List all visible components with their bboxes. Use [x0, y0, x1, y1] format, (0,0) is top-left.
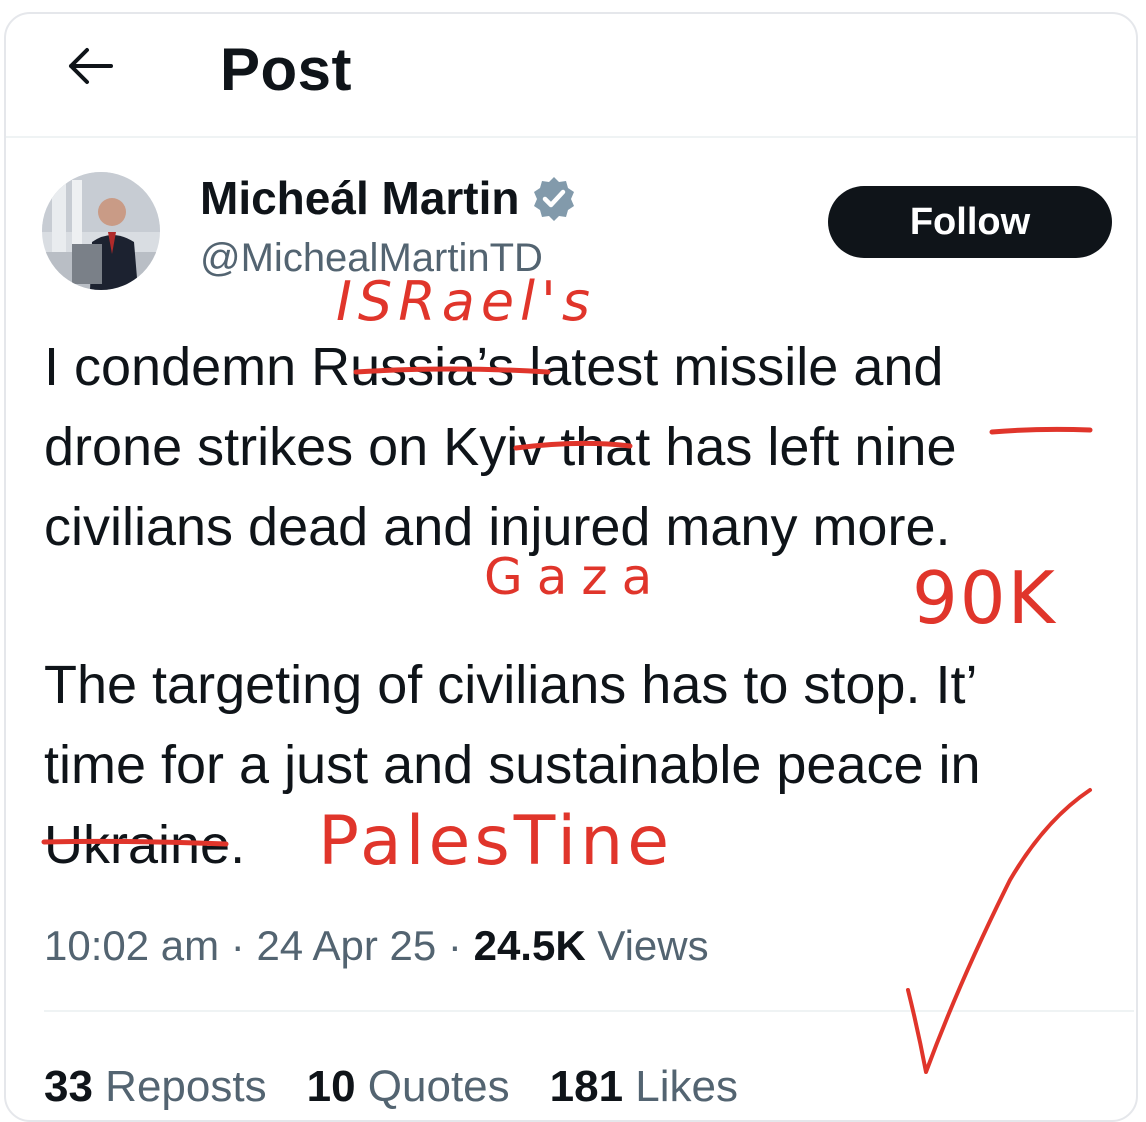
struck-word-ukraine: Ukrain — [44, 815, 201, 875]
separator: · — [219, 922, 257, 969]
post-date[interactable]: 24 Apr 25 — [256, 922, 436, 969]
tweet-text: that has left — [545, 417, 855, 477]
reposts-stat[interactable]: 33 Reposts — [44, 1062, 267, 1112]
likes-count: 181 — [549, 1062, 624, 1111]
annotation-gaza: Gaza — [484, 548, 667, 606]
tweet-text: I condemn — [44, 337, 312, 397]
post-meta: 10:02 am · 24 Apr 25 · 24.5K Views — [44, 922, 709, 970]
verified-badge-icon — [533, 177, 574, 221]
quotes-count: 10 — [306, 1062, 356, 1111]
struck-word-nine: nin — [854, 417, 927, 477]
quotes-label: Quotes — [355, 1062, 510, 1111]
tweet-line-6: Ukraine. — [44, 814, 245, 876]
post-time[interactable]: 10:02 am — [44, 922, 219, 969]
page-title: Post — [220, 36, 353, 103]
back-button[interactable] — [58, 34, 122, 98]
views-count: 24.5K — [473, 922, 586, 969]
struck-word-kyiv: Kyiv — [443, 417, 546, 477]
quotes-stat[interactable]: 10 Quotes — [307, 1062, 510, 1112]
avatar-photo — [42, 172, 160, 290]
annotation-90k: 90K — [912, 556, 1057, 640]
tweet-text: drone strikes on — [44, 417, 444, 477]
arrow-left-icon — [69, 48, 113, 84]
post-header: Post — [6, 14, 1136, 138]
tweet-text: ’s latest missile and — [476, 337, 944, 397]
tweet-text: e — [926, 417, 957, 477]
reposts-count: 33 — [44, 1062, 93, 1111]
tweet-line-5: time for a just and sustainable peace in — [44, 735, 981, 795]
tweet-line-2: drone strikes on Kyiv that has left nine — [44, 416, 957, 478]
tweet-text: e. — [200, 815, 246, 875]
tweet-line-1: I condemn Russia’s latest missile and — [44, 336, 943, 398]
author-display-name[interactable]: Micheál Martin — [200, 171, 520, 225]
tweet-line-4: The targeting of civilians has to stop. … — [44, 655, 978, 715]
engagement-stats: 33 Reposts 10 Quotes 181 Likes — [44, 1062, 778, 1112]
annotation-israel: ISRael's — [336, 270, 597, 333]
views-label: Views — [585, 922, 709, 969]
reposts-label: Reposts — [92, 1062, 267, 1111]
struck-word-russia: Russia — [311, 337, 477, 397]
annotation-palestine: PalesTine — [318, 802, 674, 881]
follow-button[interactable]: Follow — [828, 186, 1112, 258]
divider — [44, 1010, 1134, 1012]
avatar[interactable] — [42, 172, 160, 290]
separator: · — [436, 922, 474, 969]
author-name-row: Micheál Martin — [200, 166, 578, 230]
likes-label: Likes — [623, 1062, 739, 1111]
likes-stat[interactable]: 181 Likes — [550, 1062, 738, 1112]
